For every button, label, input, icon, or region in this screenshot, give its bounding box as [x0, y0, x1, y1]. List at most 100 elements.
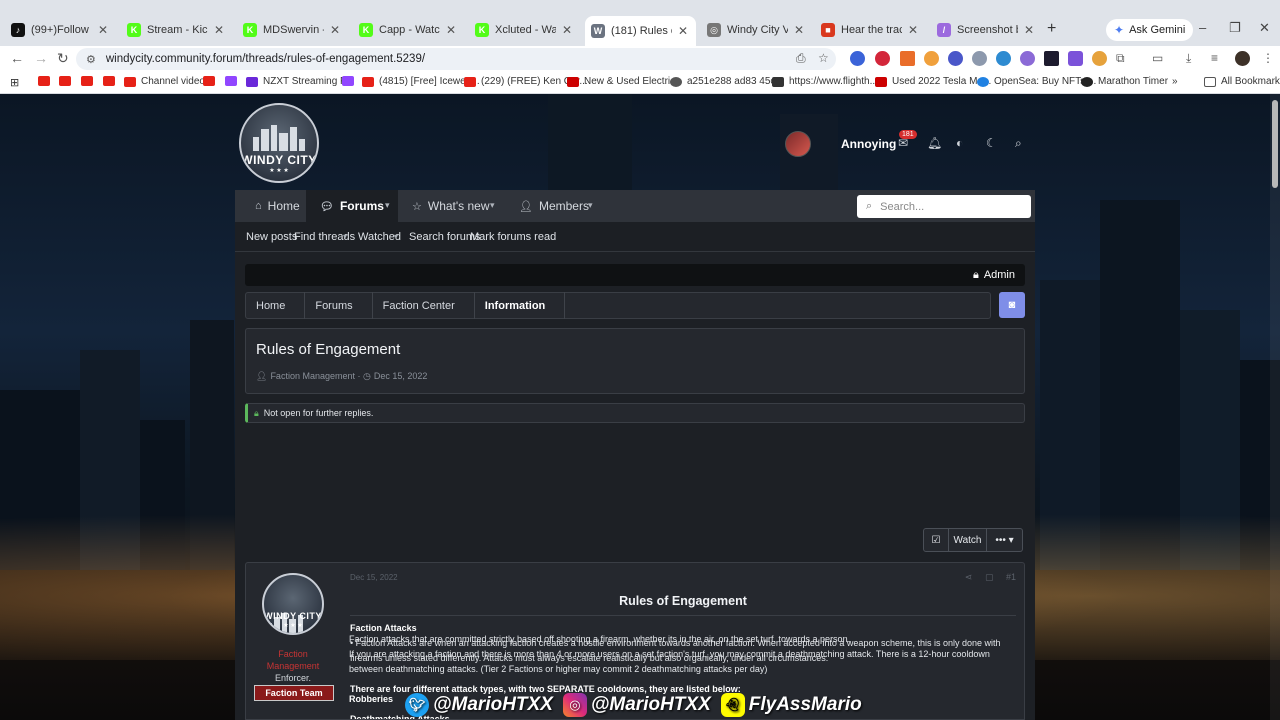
bookmark-item[interactable] — [103, 76, 120, 86]
subnav-new-posts[interactable]: New posts — [246, 231, 297, 243]
admin-link[interactable]: 🔒︎ Admin — [973, 269, 1015, 282]
user-menu[interactable]: Annoying — [785, 130, 896, 158]
scrollbar-thumb[interactable] — [1272, 100, 1278, 188]
search-input[interactable]: ⌕ Search... — [857, 195, 1031, 218]
bookmark-item[interactable] — [342, 76, 359, 86]
bookmark-opensea[interactable]: OpenSea: Buy NFTs,... — [977, 76, 1096, 87]
close-window-button[interactable]: ✕ — [1259, 20, 1270, 36]
browser-tab[interactable]: K Xcluted - Watch cli ✕ — [469, 18, 580, 42]
bookmark-tesla-used[interactable]: Used 2022 Tesla Mo... — [875, 76, 991, 87]
browser-tab[interactable]: / Screenshot by Ligh ✕ — [931, 18, 1042, 42]
media-icon[interactable]: ≡ — [1211, 51, 1218, 65]
post-username[interactable]: Faction Management — [246, 648, 340, 672]
download-icon[interactable]: ⤓ — [1186, 51, 1191, 66]
breadcrumb-forums[interactable]: Forums — [305, 292, 373, 319]
close-tab-icon[interactable]: ✕ — [212, 23, 226, 37]
close-tab-icon[interactable]: ✕ — [676, 24, 690, 38]
ask-gemini-button[interactable]: ✦ Ask Gemini — [1106, 19, 1194, 41]
watch-button[interactable]: Watch — [949, 528, 987, 552]
breadcrumb-home[interactable]: Home — [246, 292, 306, 319]
browser-tab[interactable]: W (181) Rules of Enga ✕ — [585, 16, 696, 46]
select-thread-button[interactable]: ☑ — [923, 528, 949, 552]
url-field[interactable]: ⚙ windycity.community.forum/threads/rule… — [76, 48, 836, 70]
bookmark-icon[interactable]: ▢ — [985, 572, 994, 582]
more-options-button[interactable]: ••• ▾ — [987, 528, 1023, 552]
extension-icon[interactable] — [996, 51, 1011, 66]
chevron-down-icon[interactable]: ▾ — [490, 200, 495, 211]
moon-icon[interactable]: ☾ — [986, 136, 997, 150]
bookmark-hash[interactable]: a251e288 ad83 45c... — [670, 76, 784, 87]
subnav-mark-read[interactable]: Mark forums read — [470, 231, 556, 243]
post-number[interactable]: #1 — [1006, 572, 1016, 582]
bookmark-flight[interactable]: https://www.flighth... — [772, 76, 878, 87]
bookmark-item[interactable] — [81, 76, 98, 86]
post-avatar[interactable]: WINDY CITY ★ ★ ★ — [262, 573, 324, 635]
minimize-button[interactable]: – — [1199, 20, 1206, 35]
share-icon[interactable]: ⋖ — [965, 572, 973, 582]
extension-icon[interactable] — [1020, 51, 1035, 66]
extension-icon[interactable] — [1044, 51, 1059, 66]
close-tab-icon[interactable]: ✕ — [906, 23, 920, 37]
browser-tab[interactable]: ♪ (99+)Follow me on ✕ — [5, 18, 116, 42]
extension-icon[interactable] — [900, 51, 915, 66]
extensions-puzzle-icon[interactable]: ⧉ — [1116, 51, 1125, 66]
close-tab-icon[interactable]: ✕ — [96, 23, 110, 37]
bookmark-star-icon[interactable]: ☆ — [818, 51, 829, 65]
thread-author[interactable]: Faction Management — [270, 371, 355, 381]
extension-icon[interactable] — [924, 51, 939, 66]
bookmark-channel-videos[interactable]: Channel videos — [124, 76, 210, 87]
browser-tab[interactable]: K Stream - Kick Dash ✕ — [121, 18, 232, 42]
bookmark-item[interactable] — [203, 76, 220, 86]
theme-toggle-icon[interactable]: ◐ — [956, 136, 963, 150]
page-scrollbar[interactable] — [1270, 94, 1280, 720]
extension-icon[interactable] — [875, 51, 890, 66]
extension-icon[interactable] — [1068, 51, 1083, 66]
bookmark-item[interactable] — [59, 76, 76, 86]
search-icon[interactable]: ⌕ — [1015, 136, 1022, 151]
close-tab-icon[interactable]: ✕ — [328, 23, 342, 37]
thread-date[interactable]: Dec 15, 2022 — [374, 371, 428, 381]
breadcrumb-information[interactable]: Information — [475, 292, 566, 319]
close-tab-icon[interactable]: ✕ — [1022, 23, 1036, 37]
close-tab-icon[interactable]: ✕ — [792, 23, 806, 37]
bookmark-item[interactable] — [225, 76, 242, 86]
forward-icon[interactable]: → — [34, 50, 48, 66]
extension-icon[interactable] — [972, 51, 987, 66]
split-view-icon[interactable]: ▭ — [1152, 51, 1163, 65]
nav-whats-new[interactable]: ☆ What's new — [412, 190, 490, 222]
all-bookmarks[interactable]: All Bookmarks — [1204, 76, 1280, 87]
profile-avatar[interactable] — [1235, 51, 1250, 66]
bookmark-nzxt[interactable]: NZXT Streaming PC — [246, 76, 354, 87]
browser-tab[interactable]: ■ Hear the tracks you ✕ — [815, 18, 926, 42]
chevron-down-icon[interactable]: ▾ — [588, 200, 593, 211]
site-logo[interactable]: WINDY CITY ★ ★ ★ — [239, 103, 319, 183]
bookmark-icewear[interactable]: (4815) [Free] Icewea... — [362, 76, 480, 87]
breadcrumb-faction-center[interactable]: Faction Center — [373, 292, 475, 319]
menu-kebab-icon[interactable]: ⋮ — [1262, 51, 1274, 65]
chevron-down-icon[interactable]: ▾ — [343, 232, 347, 241]
install-app-icon[interactable]: ⎙ — [796, 51, 806, 66]
close-tab-icon[interactable]: ✕ — [444, 23, 458, 37]
nav-members[interactable]: 👤︎ Members — [519, 190, 589, 222]
more-bookmarks-icon[interactable]: » — [1172, 76, 1178, 87]
bookmark-tesla-new[interactable]: New & Used Electri... — [567, 76, 678, 87]
discord-button[interactable]: ◙ — [999, 292, 1025, 318]
chevron-down-icon[interactable]: ▾ — [394, 232, 398, 241]
site-info-icon[interactable]: ⚙ — [86, 53, 96, 66]
extension-icon[interactable] — [1092, 51, 1107, 66]
extension-icon[interactable] — [850, 51, 865, 66]
new-tab-button[interactable]: + — [1047, 20, 1056, 38]
nav-home[interactable]: ⌂ Home — [235, 190, 312, 222]
bell-icon[interactable]: 🔔︎ — [927, 136, 942, 150]
close-tab-icon[interactable]: ✕ — [560, 23, 574, 37]
browser-tab[interactable]: K Capp - Watch clips ✕ — [353, 18, 464, 42]
post-date[interactable]: Dec 15, 2022 — [350, 573, 398, 582]
browser-tab[interactable]: K MDSwervin - Watch ✕ — [237, 18, 348, 42]
apps-grid-icon[interactable]: ⊞ — [10, 76, 19, 89]
bookmark-marathon[interactable]: Marathon Timer — [1081, 76, 1168, 87]
extension-icon[interactable] — [948, 51, 963, 66]
chevron-down-icon[interactable]: ▾ — [385, 200, 390, 211]
bookmark-item[interactable] — [38, 76, 55, 86]
browser-tab[interactable]: ◎ Windy City V5 ✕ — [701, 18, 812, 42]
reload-icon[interactable]: ↻ — [57, 50, 69, 67]
